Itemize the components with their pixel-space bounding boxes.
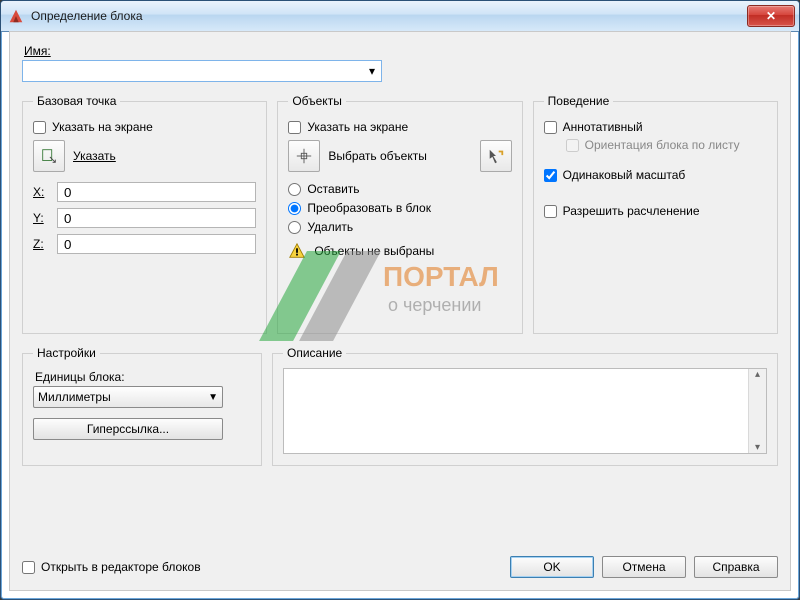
dialog-window: Определение блока ✕ Имя: ▾ Базовая точка…: [0, 0, 800, 600]
footer: Открыть в редакторе блоков OK Отмена Спр…: [22, 556, 778, 578]
crosshair-icon: [295, 147, 313, 165]
uniform-scale-checkbox[interactable]: Одинаковый масштаб: [544, 168, 767, 182]
objects-specify-checkbox[interactable]: Указать на экране: [288, 120, 511, 134]
select-objects-button[interactable]: [288, 140, 320, 172]
select-objects-label: Выбрать объекты: [328, 149, 427, 163]
basepoint-group: Базовая точка Указать на экране Указать …: [22, 94, 267, 334]
allow-explode-checkbox[interactable]: Разрешить расчленение: [544, 204, 767, 218]
window-title: Определение блока: [31, 9, 747, 23]
open-in-editor-checkbox[interactable]: Открыть в редакторе блоков: [22, 560, 201, 574]
client-area: Имя: ▾ Базовая точка Указать на экране У…: [9, 31, 791, 591]
pick-point-label: Указать: [73, 149, 116, 163]
description-textarea[interactable]: ▴▾: [283, 368, 767, 454]
y-input[interactable]: [57, 208, 256, 228]
warning-row: Объекты не выбраны: [288, 242, 511, 260]
chevron-down-icon: ▾: [363, 64, 381, 78]
annotative-checkbox[interactable]: Аннотативный: [544, 120, 767, 134]
objects-group: Объекты Указать на экране Выбрать объект…: [277, 94, 522, 334]
z-label: Z:: [33, 237, 49, 251]
app-icon: [7, 7, 25, 25]
behavior-legend: Поведение: [544, 94, 614, 108]
titlebar[interactable]: Определение блока ✕: [1, 1, 799, 32]
quick-select-button[interactable]: [480, 140, 512, 172]
units-label: Единицы блока:: [35, 370, 251, 384]
description-group: Описание ▴▾: [272, 346, 778, 466]
close-icon: ✕: [766, 9, 776, 23]
hyperlink-button[interactable]: Гиперссылка...: [33, 418, 223, 440]
option-delete[interactable]: Удалить: [288, 220, 511, 234]
pick-point-button[interactable]: [33, 140, 65, 172]
option-convert[interactable]: Преобразовать в блок: [288, 201, 511, 215]
settings-legend: Настройки: [33, 346, 100, 360]
warning-icon: [288, 242, 306, 260]
quick-select-icon: [487, 147, 505, 165]
ok-button[interactable]: OK: [510, 556, 594, 578]
objects-legend: Объекты: [288, 94, 346, 108]
y-label: Y:: [33, 211, 49, 225]
name-label: Имя:: [24, 44, 778, 58]
cancel-button[interactable]: Отмена: [602, 556, 686, 578]
x-input[interactable]: [57, 182, 256, 202]
z-input[interactable]: [57, 234, 256, 254]
name-combobox[interactable]: ▾: [22, 60, 382, 82]
basepoint-specify-checkbox[interactable]: Указать на экране: [33, 120, 256, 134]
scrollbar[interactable]: ▴▾: [748, 369, 766, 453]
basepoint-legend: Базовая точка: [33, 94, 120, 108]
orient-checkbox: Ориентация блока по листу: [566, 138, 767, 152]
pick-point-icon: [40, 147, 58, 165]
behavior-group: Поведение Аннотативный Ориентация блока …: [533, 94, 778, 334]
settings-group: Настройки Единицы блока: Миллиметры ▼ Ги…: [22, 346, 262, 466]
units-select[interactable]: Миллиметры ▼: [33, 386, 223, 408]
option-keep[interactable]: Оставить: [288, 182, 511, 196]
warning-text: Объекты не выбраны: [314, 244, 434, 258]
units-value: Миллиметры: [38, 390, 111, 404]
chevron-down-icon: ▼: [208, 392, 218, 403]
x-label: X:: [33, 185, 49, 199]
scroll-down-icon: ▾: [755, 442, 760, 453]
help-button[interactable]: Справка: [694, 556, 778, 578]
close-button[interactable]: ✕: [747, 5, 795, 27]
description-legend: Описание: [283, 346, 346, 360]
scroll-up-icon: ▴: [755, 369, 760, 380]
